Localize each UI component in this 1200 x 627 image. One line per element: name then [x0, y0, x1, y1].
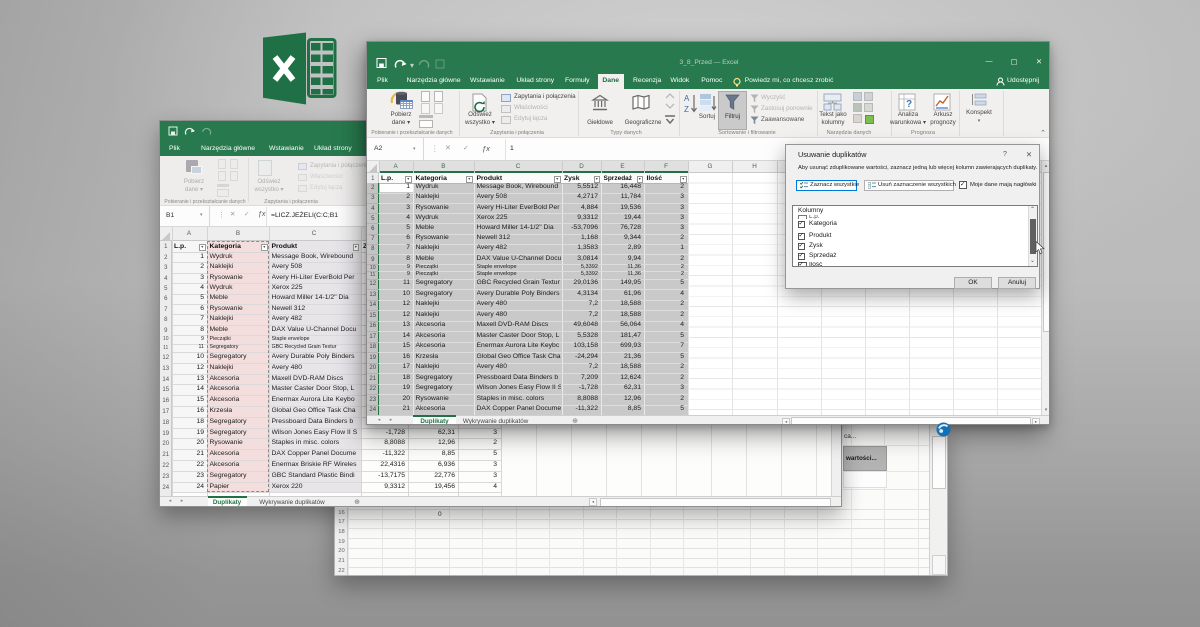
svg-text:A: A: [684, 94, 690, 103]
svg-text:?: ?: [906, 99, 912, 110]
svg-text:▾: ▾: [410, 61, 414, 70]
